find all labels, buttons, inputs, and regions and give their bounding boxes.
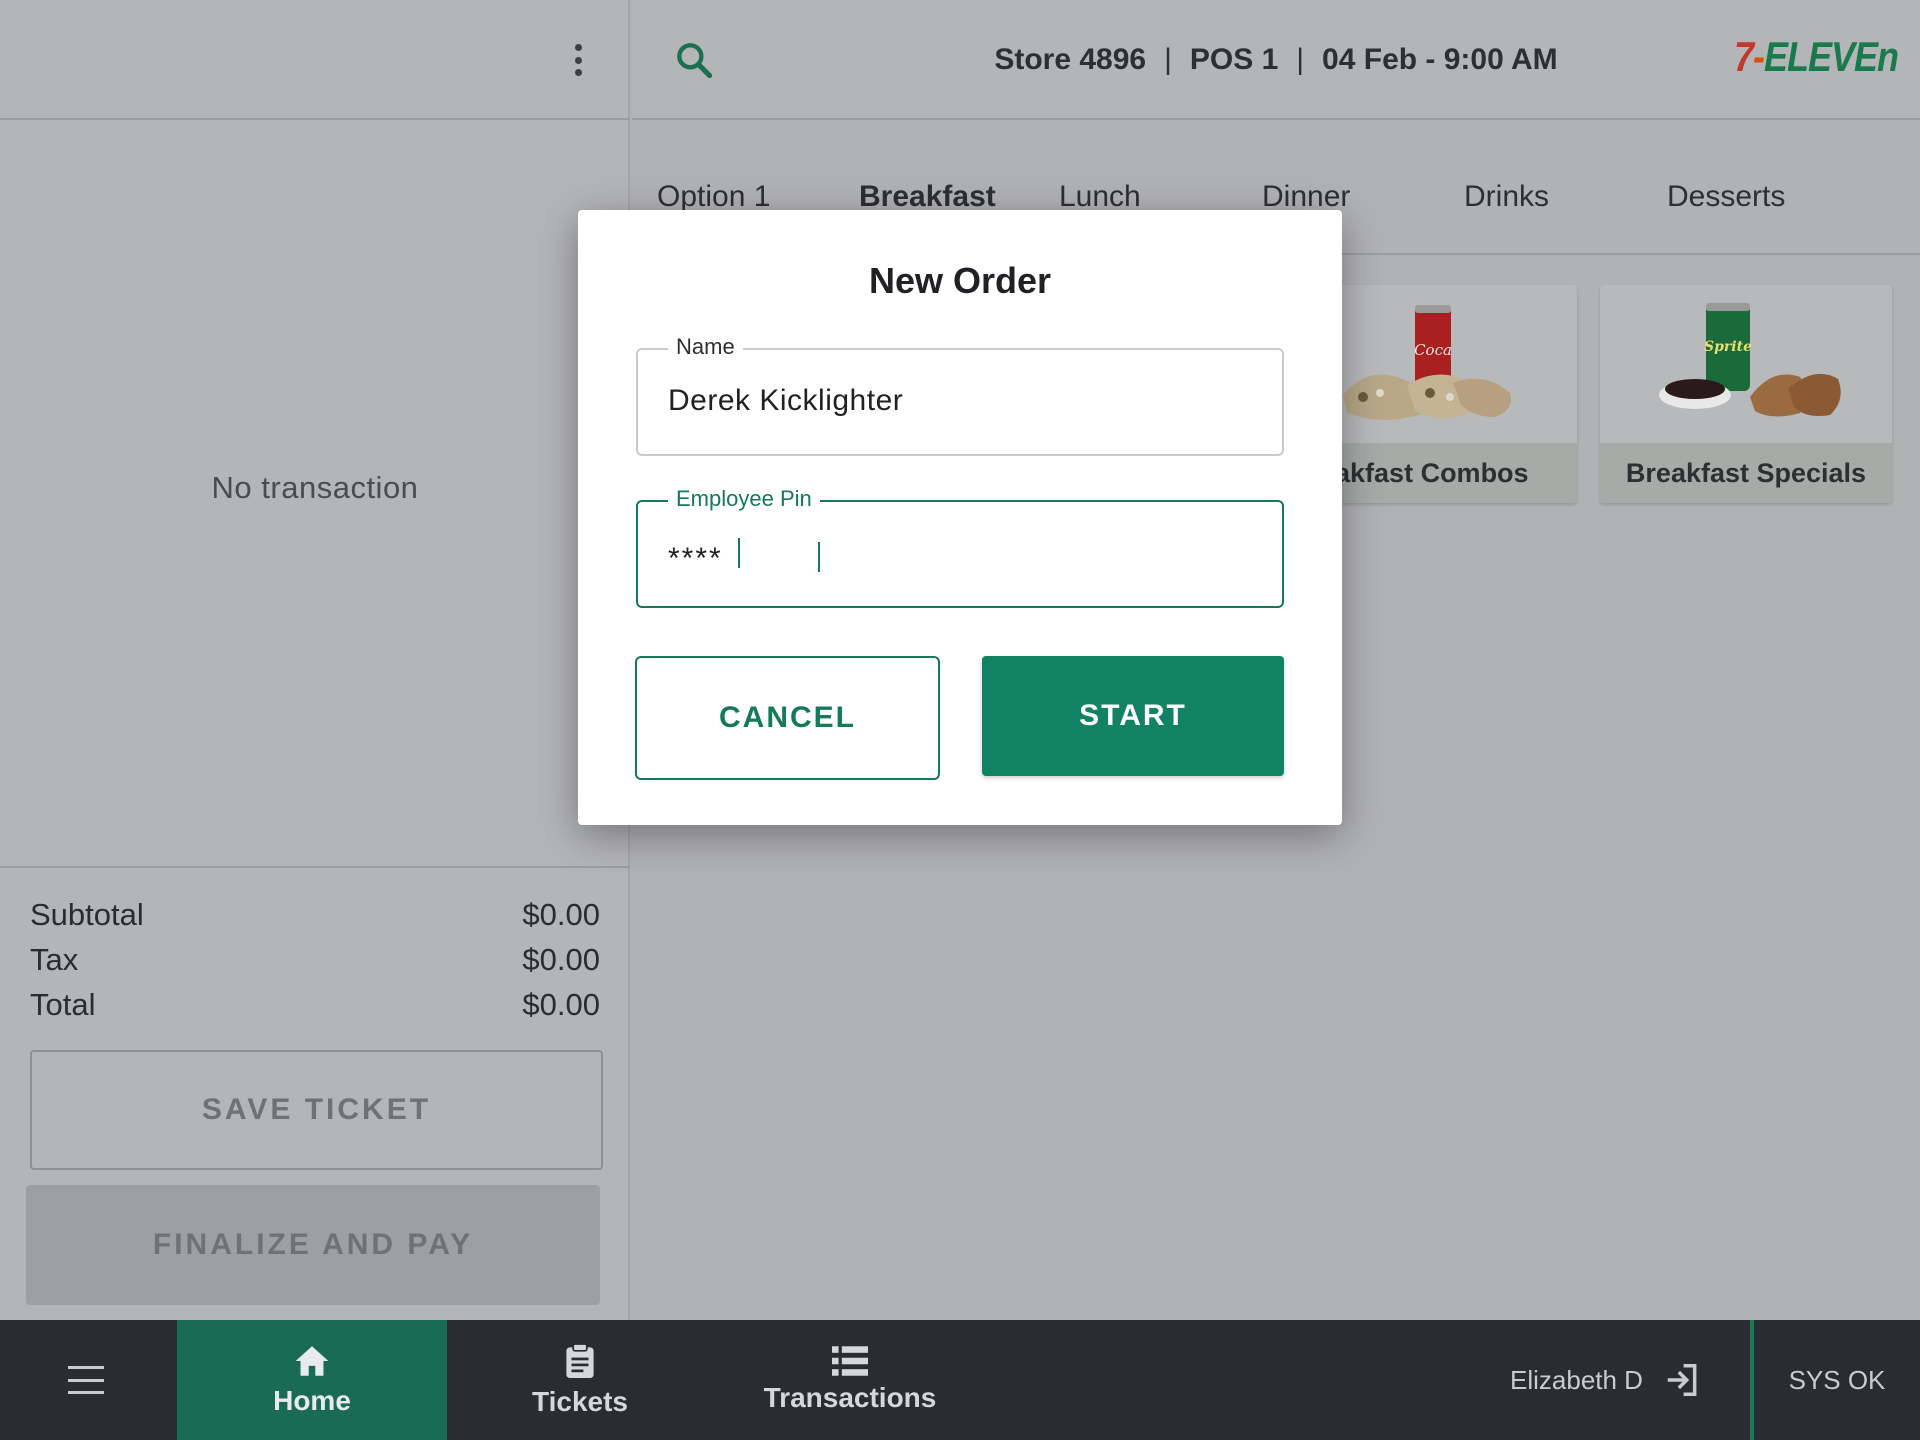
employee-pin-field[interactable]: Employee Pin ****	[636, 486, 1284, 608]
system-status: SYS OK	[1788, 1364, 1886, 1395]
order-panel-header	[0, 0, 630, 120]
nav-transactions-label: Transactions	[763, 1382, 937, 1413]
cancel-button[interactable]: CANCEL	[635, 656, 940, 780]
nav-tickets-label: Tickets	[532, 1386, 628, 1417]
name-field[interactable]: Name Derek Kicklighter	[636, 334, 1284, 456]
store-number: Store 4896	[994, 43, 1147, 76]
header-separator: |	[1164, 43, 1172, 76]
top-bar: Store 4896 | POS 1 | 04 Feb - 9:00 AM 7-…	[632, 0, 1920, 120]
order-panel: No transaction Subtotal $0.00 Tax $0.00 …	[0, 0, 630, 1320]
product-card-breakfast-specials[interactable]: Sprite Breakfast Specials	[1600, 285, 1892, 503]
total-value: $0.00	[522, 987, 600, 1022]
employee-pin-label: Employee Pin	[668, 486, 820, 512]
menu-icon[interactable]	[68, 1366, 104, 1394]
clipboard-icon	[566, 1343, 594, 1378]
user-name: Elizabeth D	[1510, 1364, 1643, 1395]
nav-transactions[interactable]: Transactions	[730, 1320, 970, 1440]
svg-text:Coca: Coca	[1414, 341, 1452, 359]
dialog-title: New Order	[868, 260, 1052, 301]
tab-lunch[interactable]: Lunch	[1059, 180, 1141, 214]
nav-tickets[interactable]: Tickets	[450, 1320, 710, 1440]
total-label: Total	[30, 987, 96, 1022]
nav-home-label: Home	[273, 1385, 351, 1416]
bottom-navigation: Home Tickets Transactions Elizabeth D SY…	[0, 1320, 1920, 1440]
start-button[interactable]: START	[982, 656, 1284, 776]
home-icon	[295, 1346, 329, 1376]
tax-label: Tax	[30, 942, 79, 977]
name-field-label: Name	[668, 334, 743, 360]
pos-number: POS 1	[1189, 43, 1279, 76]
name-field-value: Derek Kicklighter	[668, 384, 904, 417]
product-label: Breakfast Specials	[1600, 443, 1892, 503]
tax-value: $0.00	[522, 942, 600, 977]
text-cursor	[818, 542, 820, 572]
subtotal-value: $0.00	[522, 897, 600, 932]
sprite-and-burritos-image: Sprite	[1600, 285, 1892, 443]
tab-desserts[interactable]: Desserts	[1667, 180, 1785, 214]
tax-row: Tax $0.00	[30, 942, 600, 978]
totals-divider	[0, 866, 630, 868]
tab-drinks[interactable]: Drinks	[1464, 180, 1549, 214]
svg-text:Sprite: Sprite	[1704, 339, 1752, 355]
save-ticket-button[interactable]: SAVE TICKET	[30, 1050, 603, 1170]
nav-home[interactable]: Home	[177, 1320, 447, 1440]
tab-dinner[interactable]: Dinner	[1262, 180, 1350, 214]
user-logout[interactable]: Elizabeth D	[1510, 1320, 1701, 1440]
tab-option-1[interactable]: Option 1	[657, 180, 770, 214]
subtotal-row: Subtotal $0.00	[30, 897, 600, 933]
store-info: Store 4896 | POS 1 | 04 Feb - 9:00 AM	[632, 0, 1920, 120]
empty-transaction-text: No transaction	[211, 470, 419, 505]
search-icon[interactable]	[672, 38, 716, 82]
new-order-dialog: New Order Name Derek Kicklighter Employe…	[578, 210, 1342, 825]
finalize-and-pay-button[interactable]: FINALIZE AND PAY	[26, 1185, 600, 1305]
header-separator: |	[1296, 43, 1305, 76]
header-datetime: 04 Feb - 9:00 AM	[1322, 43, 1558, 76]
employee-pin-value: ****	[668, 542, 723, 575]
brand-logo: 7-ELEVEn	[1733, 32, 1899, 80]
subtotal-label: Subtotal	[30, 897, 144, 932]
logout-icon	[1667, 1364, 1697, 1396]
more-options-icon[interactable]	[560, 42, 596, 78]
list-icon	[832, 1346, 868, 1376]
tab-breakfast[interactable]: Breakfast	[859, 180, 996, 214]
text-cursor	[738, 538, 740, 568]
total-row: Total $0.00	[30, 987, 600, 1023]
